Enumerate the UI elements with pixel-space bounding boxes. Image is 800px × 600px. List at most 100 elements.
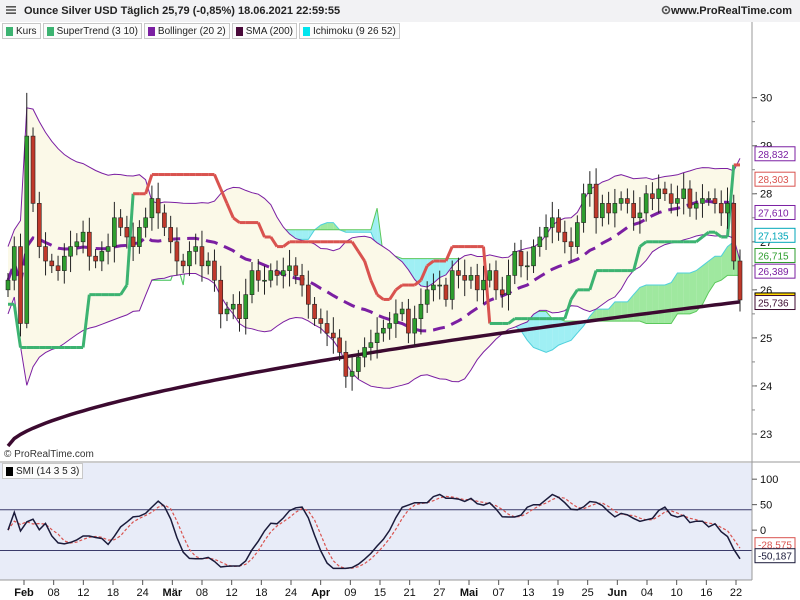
date-tick-label: Feb: [14, 587, 34, 599]
candle-body: [337, 337, 342, 353]
candle-body: [49, 260, 55, 267]
candle-body: [693, 203, 699, 209]
legend-item-ichimoku[interactable]: Ichimoku (9 26 52): [298, 23, 400, 39]
price-tick-label: 30: [760, 93, 772, 105]
candle-body: [712, 198, 718, 204]
candle-body: [349, 371, 355, 377]
candle-body: [11, 246, 17, 281]
price-tick-label: 28: [760, 189, 772, 201]
candle-body: [87, 231, 92, 257]
date-tick-label: 08: [48, 587, 60, 599]
date-tick-label: 19: [552, 587, 564, 599]
kumo-segment: [552, 318, 559, 350]
date-tick-label: 08: [196, 587, 208, 599]
candle-body: [55, 265, 61, 271]
candle-body: [318, 318, 324, 324]
candle-body: [612, 203, 618, 214]
smi-tick-label: 50: [760, 500, 772, 512]
candle-body: [155, 198, 161, 214]
date-tick-label: 22: [730, 587, 742, 599]
candle-body: [280, 270, 286, 276]
legend-label: Kurs: [16, 25, 37, 37]
kumo-segment: [664, 282, 672, 324]
candle-body: [124, 227, 130, 238]
candle-body: [143, 217, 148, 228]
legend-swatch: [6, 466, 13, 476]
candle-body: [68, 246, 73, 257]
candle-body: [112, 217, 117, 247]
candle-body: [80, 231, 86, 243]
candle-body: [324, 323, 330, 334]
date-tick-label: 27: [433, 587, 445, 599]
candle-body: [205, 260, 211, 267]
price-tag-label: -50,187: [758, 552, 792, 563]
candle-body: [43, 246, 48, 262]
kumo-segment: [696, 265, 703, 312]
candle-body: [524, 265, 530, 268]
candle-body: [312, 303, 317, 319]
legend-item-bollinger[interactable]: Bollinger (20 2): [143, 23, 230, 39]
date-tick-label: Jun: [608, 587, 628, 599]
legend-item-sma[interactable]: SMA (200): [231, 23, 297, 39]
candle-body: [218, 279, 224, 315]
legend-swatch: [235, 26, 243, 36]
candle-body: [24, 135, 30, 324]
date-tick-label: Mai: [460, 587, 478, 599]
legend-item-smi[interactable]: SMI (14 3 5 3): [2, 463, 84, 479]
candle-body: [168, 227, 173, 243]
candle-body: [381, 327, 386, 334]
candle-body: [18, 246, 23, 324]
price-tag-label: 26,715: [758, 251, 789, 262]
price-tag-label: 26,389: [758, 267, 789, 278]
candle-body: [706, 198, 712, 200]
candle-body: [499, 289, 505, 295]
date-tick-label: 09: [344, 587, 356, 599]
candle-body: [399, 308, 405, 315]
candle-body: [293, 265, 299, 276]
candle-body: [650, 193, 655, 199]
legend-label: SuperTrend (3 10): [56, 25, 138, 37]
candle-body: [587, 183, 593, 195]
candle-body: [99, 251, 105, 262]
candle-body: [299, 275, 305, 286]
candle-body: [543, 227, 549, 238]
candle-body: [162, 212, 167, 228]
date-tick-label: 13: [522, 587, 534, 599]
candle-body: [343, 351, 349, 377]
candle-body: [230, 303, 236, 310]
indicator-legend: SMI (14 3 5 3): [2, 463, 84, 479]
candle-body: [606, 203, 611, 214]
candle-body: [637, 212, 643, 219]
candle-body: [662, 188, 668, 195]
candle-body: [718, 203, 724, 214]
candle-body: [700, 198, 705, 204]
candle-body: [362, 347, 367, 358]
candle-body: [137, 227, 142, 247]
price-legend: Kurs SuperTrend (3 10) Bollinger (20 2) …: [2, 23, 400, 39]
candle-body: [556, 217, 561, 233]
kumo-segment: [639, 285, 647, 324]
candle-body: [687, 188, 693, 209]
date-tick-label: 24: [285, 587, 297, 599]
price-tag-label: 25,736: [758, 299, 789, 310]
candle-body: [36, 203, 42, 247]
menu-icon[interactable]: [5, 4, 17, 16]
candle-body: [449, 270, 455, 300]
candle-body: [174, 241, 180, 262]
candle-body: [581, 193, 586, 223]
candle-body: [224, 308, 230, 315]
candle-body: [374, 332, 380, 343]
legend-item-supertrend[interactable]: SuperTrend (3 10): [42, 23, 142, 39]
smi-tick-label: 100: [760, 474, 778, 486]
date-tick-label: 24: [137, 587, 149, 599]
candle-body: [118, 217, 123, 228]
price-tick-label: 23: [760, 429, 772, 441]
price-tag-label: 28,832: [758, 150, 789, 161]
price-tick-label: 25: [760, 333, 772, 345]
candle-body: [149, 198, 155, 219]
kumo-segment: [302, 229, 309, 240]
legend-item-kurs[interactable]: Kurs: [2, 23, 41, 39]
candle-body: [212, 260, 217, 281]
candle-body: [456, 270, 461, 276]
date-tick-label: Apr: [311, 587, 331, 599]
